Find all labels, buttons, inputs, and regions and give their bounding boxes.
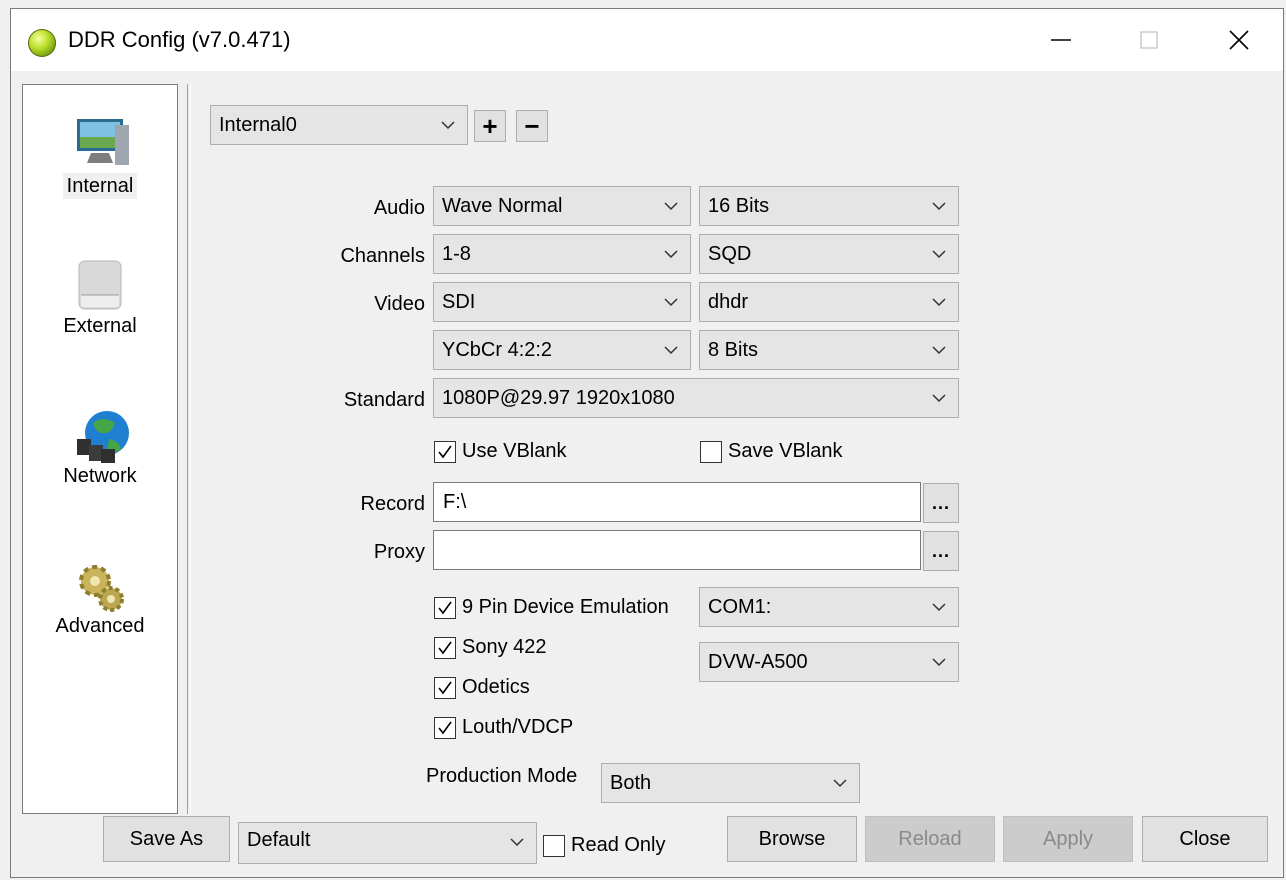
nav-label-external: External [63, 315, 137, 337]
louth-vdcp-label: Louth/VDCP [462, 716, 574, 738]
save-as-button[interactable]: Save As [103, 816, 230, 862]
channels-label: Channels [340, 245, 425, 267]
device-select[interactable]: Internal0 [210, 105, 468, 145]
read-only-checkbox[interactable]: Read Only [543, 834, 666, 857]
app-icon [28, 29, 56, 57]
nav-label-internal: Internal [62, 173, 138, 199]
checkbox-box [434, 716, 456, 739]
proxy-browse-button[interactable]: ... [923, 531, 959, 571]
odetics-label: Odetics [462, 676, 530, 698]
audio-label: Audio [373, 197, 425, 219]
production-mode-select[interactable]: Both [601, 763, 860, 803]
checkmark-icon [438, 641, 452, 654]
minimize-button[interactable] [1013, 9, 1109, 71]
louth-vdcp-checkbox[interactable]: Louth/VDCP [434, 716, 573, 739]
chevron-down-icon [664, 202, 678, 211]
nav-item-external[interactable]: External [23, 255, 177, 365]
standard-select[interactable]: 1080P@29.97 1920x1080 [433, 378, 959, 418]
checkmark-icon [438, 445, 452, 458]
use-vblank-checkbox[interactable]: Use VBlank [434, 440, 567, 463]
video-label: Video [374, 293, 425, 315]
chevron-down-icon [833, 779, 847, 788]
ddr-config-window: DDR Config (v7.0.471) Internal External … [10, 8, 1284, 878]
video-codec-select[interactable]: dhdr [699, 282, 959, 322]
record-browse-button[interactable]: ... [923, 483, 959, 523]
audio-bits-select[interactable]: 16 Bits [699, 186, 959, 226]
close-window-button[interactable] [1191, 9, 1286, 71]
video-color-select[interactable]: YCbCr 4:2:2 [433, 330, 691, 370]
preset-select[interactable]: Default [238, 822, 537, 864]
video-input-select[interactable]: SDI [433, 282, 691, 322]
channels-mode-select[interactable]: SQD [699, 234, 959, 274]
sony-422-checkbox[interactable]: Sony 422 [434, 636, 547, 659]
apply-button[interactable]: Apply [1003, 816, 1133, 862]
chevron-down-icon [932, 346, 946, 355]
chevron-down-icon [932, 250, 946, 259]
channels-range-select[interactable]: 1-8 [433, 234, 691, 274]
chevron-down-icon [510, 838, 524, 847]
chevron-down-icon [932, 603, 946, 612]
nav-item-network[interactable]: Network [23, 405, 177, 515]
read-only-label: Read Only [571, 834, 666, 856]
category-nav: Internal External Network Advanced [22, 84, 178, 814]
remove-device-button[interactable]: − [516, 110, 548, 142]
window-title: DDR Config (v7.0.471) [68, 27, 291, 52]
maximize-icon [1140, 31, 1158, 49]
odetics-checkbox[interactable]: Odetics [434, 676, 530, 699]
chevron-down-icon [932, 394, 946, 403]
gears-icon [79, 565, 124, 612]
save-vblank-label: Save VBlank [728, 440, 843, 462]
nav-item-advanced[interactable]: Advanced [23, 555, 177, 665]
proxy-label: Proxy [373, 541, 425, 563]
chevron-down-icon [664, 250, 678, 259]
save-vblank-checkbox[interactable]: Save VBlank [700, 440, 843, 463]
checkbox-box [434, 440, 456, 463]
close-icon [1229, 30, 1249, 50]
nine-pin-emulation-checkbox[interactable]: 9 Pin Device Emulation [434, 596, 669, 619]
checkbox-box [700, 440, 722, 463]
production-mode-label: Production Mode [426, 765, 578, 787]
use-vblank-label: Use VBlank [462, 440, 567, 462]
checkmark-icon [438, 601, 452, 614]
chevron-down-icon [932, 298, 946, 307]
nine-pin-label: 9 Pin Device Emulation [462, 596, 669, 618]
record-label: Record [360, 493, 425, 515]
device-model-select[interactable]: DVW-A500 [699, 642, 959, 682]
audio-format-select[interactable]: Wave Normal [433, 186, 691, 226]
proxy-path-input[interactable] [433, 530, 921, 570]
close-button[interactable]: Close [1142, 816, 1268, 862]
checkmark-icon [438, 681, 452, 694]
chevron-down-icon [664, 298, 678, 307]
chevron-down-icon [664, 346, 678, 355]
network-globe-icon [77, 411, 129, 463]
checkbox-box [434, 676, 456, 699]
title-bar: DDR Config (v7.0.471) [11, 9, 1283, 71]
add-device-button[interactable]: + [474, 110, 506, 142]
maximize-button[interactable] [1101, 9, 1197, 71]
checkbox-box [543, 834, 565, 857]
content-divider [187, 84, 191, 814]
standard-label: Standard [343, 389, 425, 411]
nav-label-advanced: Advanced [55, 615, 145, 637]
nav-item-internal[interactable]: Internal [23, 115, 177, 225]
reload-button[interactable]: Reload [865, 816, 995, 862]
chevron-down-icon [932, 658, 946, 667]
checkbox-box [434, 636, 456, 659]
chevron-down-icon [932, 202, 946, 211]
drive-icon [78, 260, 122, 310]
checkmark-icon [438, 721, 452, 734]
sony-422-label: Sony 422 [462, 636, 547, 658]
record-path-input[interactable]: F:\ [433, 482, 921, 522]
nav-label-network: Network [63, 465, 137, 487]
com-port-select[interactable]: COM1: [699, 587, 959, 627]
browse-button[interactable]: Browse [727, 816, 857, 862]
minimize-icon [1051, 39, 1071, 41]
checkbox-box [434, 596, 456, 619]
video-bits-select[interactable]: 8 Bits [699, 330, 959, 370]
monitor-icon [77, 119, 129, 165]
chevron-down-icon [441, 121, 455, 130]
